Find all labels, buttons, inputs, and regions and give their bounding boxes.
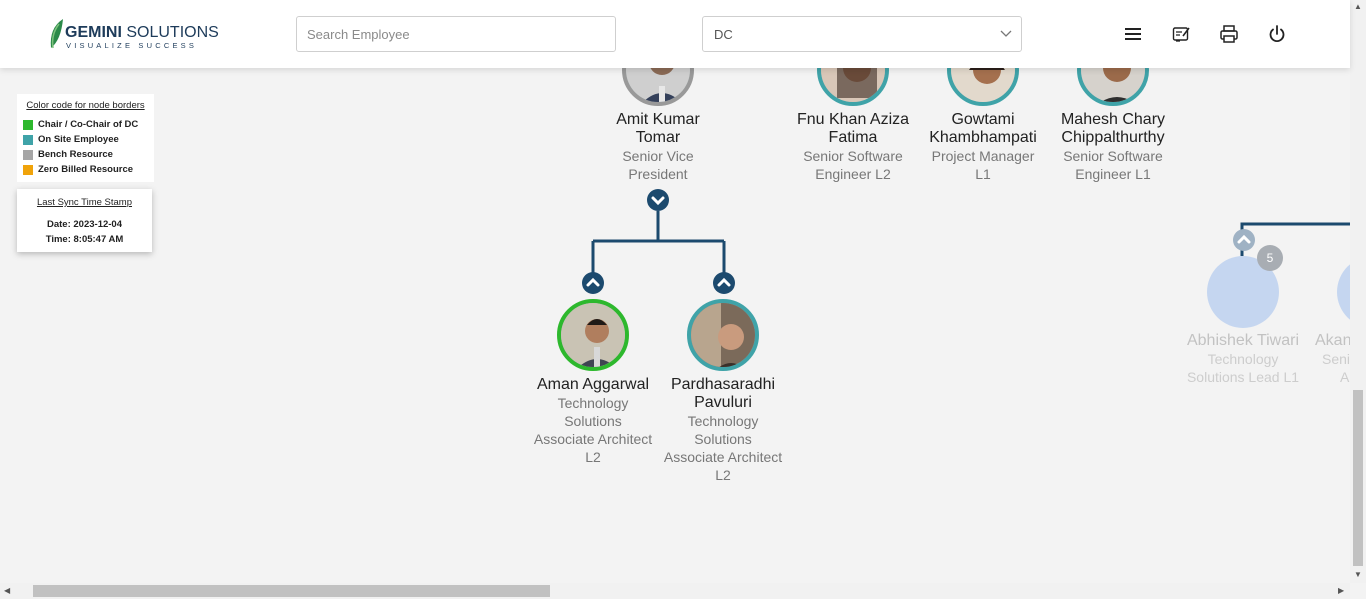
node-title: Solutions Lead L1 <box>1186 369 1300 385</box>
last-sync-panel: Last Sync Time Stamp Date: 2023-12-04 Ti… <box>17 189 152 252</box>
checklist-icon[interactable] <box>1170 23 1192 45</box>
expand-toggle-button[interactable] <box>1233 229 1255 251</box>
child-count-badge: 5 <box>1257 245 1283 271</box>
sync-title: Last Sync Time Stamp <box>36 197 133 208</box>
logo-brand: GEMINI <box>65 24 122 41</box>
horizontal-scroll-thumb[interactable] <box>33 585 550 597</box>
legend-label: Chair / Co-Chair of DC <box>38 119 139 130</box>
scroll-up-arrow-icon[interactable]: ▲ <box>1354 2 1362 11</box>
legend-label: On Site Employee <box>38 134 119 145</box>
node-title: Engineer L1 <box>1075 166 1151 182</box>
node-name: Akan <box>1315 332 1352 349</box>
node-title: Technology <box>557 395 629 411</box>
print-icon[interactable] <box>1218 23 1240 45</box>
node-name: Abhishek Tiwari <box>1186 332 1300 349</box>
legend-swatch <box>23 119 33 130</box>
sync-time: Time: 8:05:47 AM <box>45 234 124 245</box>
node-name: Fatima <box>828 129 878 146</box>
node-title: L2 <box>585 449 601 465</box>
border-color-legend: Color code for node borders Chair / Co-C… <box>17 94 154 182</box>
node-name: Aman Aggarwal <box>536 376 650 393</box>
node-title: Seni <box>1322 351 1351 367</box>
node-title: Technology <box>1207 351 1279 367</box>
node-name: Mahesh Chary <box>1060 111 1166 128</box>
org-chart: Amit Kumar Tomar Senior Vice President Fnu… <box>0 0 1366 583</box>
expand-toggle-button[interactable] <box>582 272 604 294</box>
node-title: L1 <box>975 166 991 182</box>
dc-select-value: DC <box>714 27 733 42</box>
node-name: Gowtami <box>951 111 1015 128</box>
node-title: President <box>628 166 688 182</box>
legend-item: Chair / Co-Chair of DC <box>23 117 148 132</box>
legend-swatch <box>23 164 33 175</box>
node-title: Senior Software <box>803 148 903 164</box>
top-header: GEMINI SOLUTIONS VISUALIZE SUCCESS DC <box>0 0 1350 68</box>
legend-swatch <box>23 149 33 160</box>
horizontal-scrollbar[interactable]: ◀ ▶ <box>0 583 1350 599</box>
chevron-up-icon <box>717 277 731 287</box>
menu-icon[interactable] <box>1122 23 1144 45</box>
avatar <box>557 299 629 371</box>
collapse-toggle-button[interactable] <box>647 189 669 211</box>
power-icon[interactable] <box>1266 23 1288 45</box>
node-title: Senior Software <box>1063 148 1163 164</box>
chevron-up-icon <box>586 277 600 287</box>
node-name: Khambhampati <box>929 129 1037 146</box>
dc-select[interactable]: DC <box>702 16 1022 52</box>
legend-label: Zero Billed Resource <box>38 164 134 175</box>
avatar <box>687 299 759 371</box>
node-title: Project Manager <box>931 148 1035 164</box>
node-title: A <box>1340 369 1350 385</box>
expand-toggle-button[interactable] <box>713 272 735 294</box>
legend-item: Zero Billed Resource <box>23 162 148 177</box>
vertical-scroll-thumb[interactable] <box>1353 390 1363 566</box>
scroll-down-arrow-icon[interactable]: ▼ <box>1354 570 1362 579</box>
node-title: Associate Architect <box>533 431 653 447</box>
node-name: Tomar <box>635 129 681 146</box>
company-logo[interactable]: GEMINI SOLUTIONS VISUALIZE SUCCESS <box>47 18 219 50</box>
node-name: Amit Kumar <box>616 111 700 128</box>
node-name: Chippalthurthy <box>1061 129 1165 146</box>
node-title: Associate Architect <box>663 449 783 465</box>
logo-tagline: VISUALIZE SUCCESS <box>66 41 198 50</box>
node-title: Technology <box>687 413 759 429</box>
chevron-up-icon <box>1237 234 1251 244</box>
legend-swatch <box>23 134 33 145</box>
node-name: Pardhasaradhi <box>670 376 776 393</box>
legend-label: Bench Resource <box>38 149 113 160</box>
legend-item: On Site Employee <box>23 132 148 147</box>
logo-company: SOLUTIONS <box>126 24 219 41</box>
node-title: L2 <box>715 467 731 483</box>
legend-title: Color code for node borders <box>26 100 145 111</box>
chevron-down-icon <box>651 196 665 206</box>
node-title: Solutions <box>694 431 752 447</box>
node-name: Pavuluri <box>694 394 752 411</box>
legend-item: Bench Resource <box>23 147 148 162</box>
search-employee-input[interactable] <box>296 16 616 52</box>
node-title: Engineer L2 <box>815 166 891 182</box>
scroll-left-arrow-icon[interactable]: ◀ <box>4 586 10 595</box>
leaf-logo-icon <box>50 19 63 49</box>
sync-date: Date: 2023-12-04 <box>47 219 122 230</box>
vertical-scrollbar[interactable]: ▲ ▼ <box>1350 0 1366 583</box>
node-title: Solutions <box>564 413 622 429</box>
scroll-right-arrow-icon[interactable]: ▶ <box>1338 586 1344 595</box>
chevron-down-icon <box>1000 30 1012 37</box>
node-title: Senior Vice <box>622 148 694 164</box>
node-name: Fnu Khan Aziza <box>796 111 910 128</box>
